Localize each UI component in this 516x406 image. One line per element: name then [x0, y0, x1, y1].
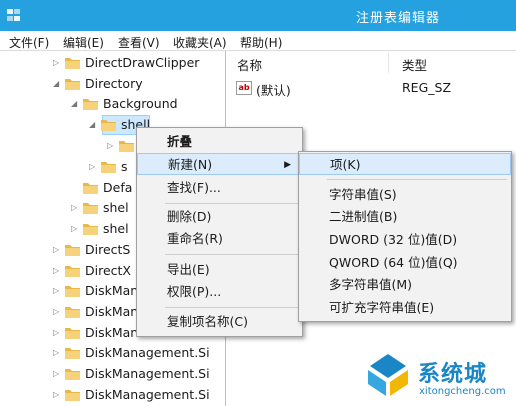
folder-icon	[101, 120, 116, 131]
column-header-type[interactable]: 类型	[402, 55, 427, 74]
menu-item-permissions[interactable]: 权限(P)...	[137, 281, 302, 303]
submenu-item-binary-value[interactable]: 二进制值(B)	[299, 206, 511, 228]
tree-item-label: DiskManagement.Si	[85, 345, 210, 360]
submenu-arrow-icon: ▶	[284, 160, 291, 170]
collapsed-arrow-icon[interactable]: ▷	[53, 240, 61, 260]
tree-item-label: DiskMan	[85, 325, 139, 340]
string-value-icon: ab	[236, 81, 252, 95]
collapsed-arrow-icon[interactable]: ▷	[71, 198, 79, 218]
menu-separator	[165, 307, 298, 308]
tree-item-label: shel	[103, 221, 129, 236]
expanded-arrow-icon[interactable]: ◢	[89, 115, 97, 135]
folder-icon	[119, 141, 134, 152]
tree-item-label: shel	[103, 200, 129, 215]
tree-item[interactable]: ▷ DiskManagement.Si	[0, 364, 225, 384]
tree-item-label: s	[121, 159, 128, 174]
menu-help[interactable]: 帮助(H)	[240, 34, 282, 51]
tree-item[interactable]: ▷ DirectDrawClipper	[0, 53, 225, 73]
folder-icon	[83, 183, 98, 194]
column-header-name[interactable]: 名称	[237, 55, 262, 74]
menu-separator	[165, 254, 298, 255]
folder-icon	[101, 162, 116, 173]
watermark-logo-icon	[368, 354, 408, 396]
collapsed-arrow-icon[interactable]: ▷	[53, 323, 61, 343]
tree-item-label: DirectS	[85, 242, 131, 257]
folder-icon	[65, 245, 80, 256]
menu-view[interactable]: 查看(V)	[118, 34, 160, 51]
menu-item-collapse[interactable]: 折叠	[137, 131, 302, 153]
value-type[interactable]: REG_SZ	[402, 80, 451, 95]
tree-item-label: DiskManagement.Si	[85, 387, 210, 402]
menu-file[interactable]: 文件(F)	[9, 34, 49, 51]
menu-item-delete[interactable]: 删除(D)	[137, 206, 302, 228]
tree-item-label: DiskMan	[85, 283, 139, 298]
submenu-item-multi-string-value[interactable]: 多字符串值(M)	[299, 274, 511, 296]
expanded-arrow-icon[interactable]: ◢	[71, 94, 79, 114]
tree-item-label: DiskManagement.Si	[85, 366, 210, 381]
tree-item[interactable]: ◢ Background	[0, 94, 225, 114]
folder-icon	[65, 266, 80, 277]
folder-icon	[65, 369, 80, 380]
folder-icon	[65, 307, 80, 318]
folder-icon	[83, 203, 98, 214]
watermark-text: 系统城	[418, 362, 488, 387]
menu-item-export[interactable]: 导出(E)	[137, 259, 302, 281]
menu-item-new[interactable]: 新建(N) ▶	[137, 153, 302, 175]
folder-icon	[83, 224, 98, 235]
collapsed-arrow-icon[interactable]: ▷	[53, 53, 61, 73]
collapsed-arrow-icon[interactable]: ▷	[53, 343, 61, 363]
collapsed-arrow-icon[interactable]: ▷	[53, 302, 61, 322]
tree-item[interactable]: ◢ Directory	[0, 74, 225, 94]
new-submenu: 项(K) 字符串值(S) 二进制值(B) DWORD (32 位)值(D) QW…	[298, 151, 512, 322]
collapsed-arrow-icon[interactable]: ▷	[53, 385, 61, 405]
title-bar: 注册表编辑器	[0, 0, 516, 31]
tree-item-label: Defa	[103, 180, 133, 195]
collapsed-arrow-icon[interactable]: ▷	[53, 364, 61, 384]
tree-item-label: DiskMan	[85, 304, 139, 319]
tree-item-label: DirectDrawClipper	[85, 55, 200, 70]
value-name[interactable]: (默认)	[256, 80, 291, 99]
collapsed-arrow-icon[interactable]: ▷	[53, 281, 61, 301]
submenu-item-expandable-string-value[interactable]: 可扩充字符串值(E)	[299, 297, 511, 319]
tree-item[interactable]: ▷ DiskManagement.Si	[0, 343, 225, 363]
menu-item-rename[interactable]: 重命名(R)	[137, 228, 302, 250]
window-title: 注册表编辑器	[356, 11, 441, 26]
folder-icon	[65, 348, 80, 359]
folder-icon	[65, 58, 80, 69]
submenu-item-key[interactable]: 项(K)	[299, 153, 511, 175]
collapsed-arrow-icon[interactable]: ▷	[89, 157, 97, 177]
folder-icon	[65, 79, 80, 90]
submenu-item-dword-value[interactable]: DWORD (32 位)值(D)	[299, 229, 511, 251]
folder-icon	[65, 286, 80, 297]
menu-item-find[interactable]: 查找(F)...	[137, 177, 302, 199]
watermark-url: xitongcheng.com	[419, 386, 506, 397]
menu-favorites[interactable]: 收藏夹(A)	[173, 34, 227, 51]
menu-separator	[165, 203, 298, 204]
menu-bar: 文件(F) 编辑(E) 查看(V) 收藏夹(A) 帮助(H)	[0, 31, 516, 51]
folder-icon	[65, 390, 80, 401]
folder-icon	[65, 328, 80, 339]
tree-item-label: Directory	[85, 76, 143, 91]
tree-item-label: Background	[103, 96, 178, 111]
menu-separator	[327, 179, 507, 180]
expanded-arrow-icon[interactable]: ◢	[53, 74, 61, 94]
collapsed-arrow-icon[interactable]: ▷	[71, 219, 79, 239]
tree-item-label: DirectX	[85, 263, 131, 278]
registry-editor-icon	[7, 9, 20, 21]
submenu-item-string-value[interactable]: 字符串值(S)	[299, 184, 511, 206]
menu-edit[interactable]: 编辑(E)	[63, 34, 104, 51]
column-divider[interactable]	[388, 53, 389, 73]
context-menu: 折叠 新建(N) ▶ 查找(F)... 删除(D) 重命名(R) 导出(E) 权限…	[136, 127, 303, 337]
tree-item[interactable]: ▷ DiskManagement.Si	[0, 385, 225, 405]
collapsed-arrow-icon[interactable]: ▷	[53, 261, 61, 281]
submenu-item-qword-value[interactable]: QWORD (64 位)值(Q)	[299, 252, 511, 274]
menu-item-copy-key-name[interactable]: 复制项名称(C)	[137, 311, 302, 333]
collapsed-arrow-icon[interactable]: ▷	[107, 136, 115, 156]
folder-icon	[83, 99, 98, 110]
